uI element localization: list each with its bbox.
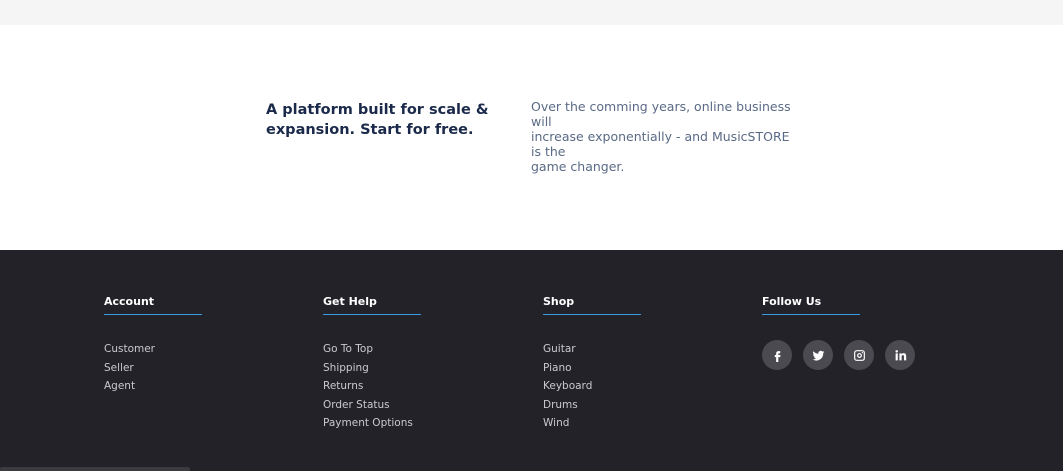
title-underline bbox=[104, 314, 202, 315]
footer-link-list: Customer Seller Agent bbox=[104, 340, 304, 396]
title-underline bbox=[762, 314, 860, 315]
footer-column-account: Account Customer Seller Agent bbox=[104, 294, 304, 396]
site-footer: Account Customer Seller Agent Get Help G… bbox=[0, 250, 1063, 471]
footer-link-wind[interactable]: Wind bbox=[543, 414, 743, 433]
footer-link-customer[interactable]: Customer bbox=[104, 340, 304, 359]
footer-column-follow-us: Follow Us bbox=[762, 294, 962, 370]
footer-link-guitar[interactable]: Guitar bbox=[543, 340, 743, 359]
promo-heading: A platform built for scale & expansion. … bbox=[266, 102, 489, 138]
footer-link-piano[interactable]: Piano bbox=[543, 359, 743, 378]
footer-link-seller[interactable]: Seller bbox=[104, 359, 304, 378]
footer-link-list: Go To Top Shipping Returns Order Status … bbox=[323, 340, 523, 433]
promo-description-line: increase exponentially - and MusicSTORE … bbox=[531, 129, 790, 159]
footer-link-order-status[interactable]: Order Status bbox=[323, 396, 523, 415]
twitter-icon bbox=[812, 350, 824, 360]
promo-description: Over the comming years, online business … bbox=[531, 99, 793, 174]
title-underline bbox=[543, 314, 641, 315]
footer-column-title: Shop bbox=[543, 295, 575, 308]
title-underline bbox=[323, 314, 421, 315]
bottom-edge-bar bbox=[0, 467, 190, 471]
social-links bbox=[762, 340, 962, 370]
footer-column-title: Get Help bbox=[323, 295, 377, 308]
footer-link-go-to-top[interactable]: Go To Top bbox=[323, 340, 523, 359]
instagram-link[interactable] bbox=[844, 340, 874, 370]
footer-link-keyboard[interactable]: Keyboard bbox=[543, 377, 743, 396]
instagram-icon bbox=[853, 349, 865, 361]
promo-description-line: Over the comming years, online business … bbox=[531, 99, 791, 129]
footer-link-list: Guitar Piano Keyboard Drums Wind bbox=[543, 340, 743, 433]
footer-link-payment-options[interactable]: Payment Options bbox=[323, 414, 523, 433]
footer-column-title: Follow Us bbox=[762, 295, 822, 308]
footer-link-agent[interactable]: Agent bbox=[104, 377, 304, 396]
footer-column-shop: Shop Guitar Piano Keyboard Drums Wind bbox=[543, 294, 743, 433]
promo-description-line: game changer. bbox=[531, 159, 625, 174]
linkedin-icon bbox=[894, 349, 906, 360]
footer-link-drums[interactable]: Drums bbox=[543, 396, 743, 415]
top-strip bbox=[0, 0, 1063, 25]
linkedin-link[interactable] bbox=[885, 340, 915, 370]
footer-link-shipping[interactable]: Shipping bbox=[323, 359, 523, 378]
promo-section: A platform built for scale & expansion. … bbox=[0, 25, 1063, 250]
twitter-link[interactable] bbox=[803, 340, 833, 370]
footer-link-returns[interactable]: Returns bbox=[323, 377, 523, 396]
footer-column-title: Account bbox=[104, 295, 155, 308]
facebook-link[interactable] bbox=[762, 340, 792, 370]
facebook-icon bbox=[774, 350, 780, 362]
footer-column-get-help: Get Help Go To Top Shipping Returns Orde… bbox=[323, 294, 523, 433]
